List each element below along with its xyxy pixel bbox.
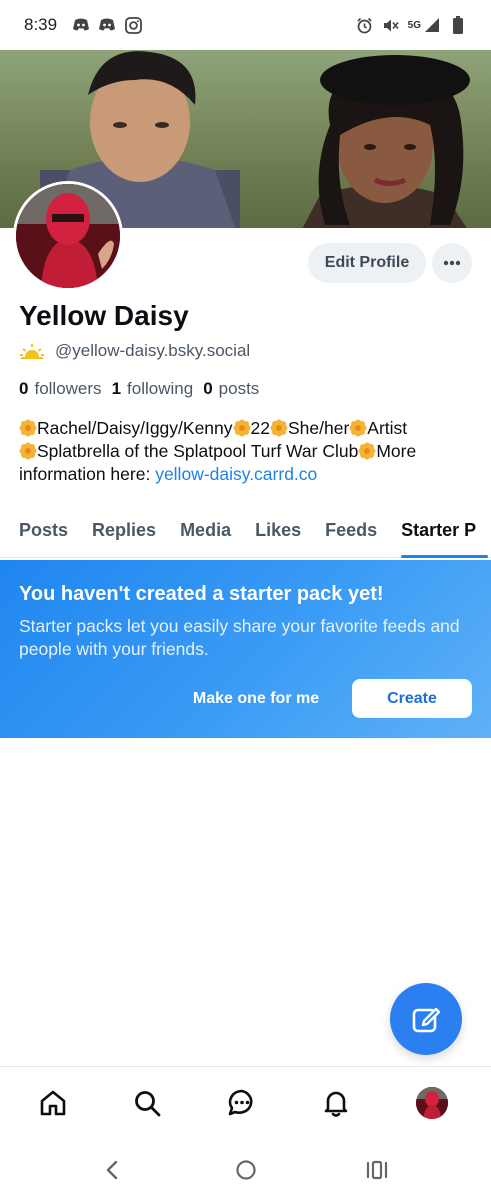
discord-icon <box>98 16 116 34</box>
battery-icon <box>449 16 467 34</box>
avatar-image <box>16 184 120 288</box>
system-home-button[interactable] <box>234 1158 258 1182</box>
system-recents-button[interactable] <box>365 1158 389 1182</box>
mute-icon <box>382 16 400 34</box>
create-button[interactable]: Create <box>352 679 472 718</box>
flower-icon <box>358 442 376 460</box>
banner-person-right <box>302 55 470 228</box>
compose-icon <box>412 1007 441 1033</box>
network-label: 5G <box>407 19 421 31</box>
profile-handle[interactable]: @yellow-daisy.bsky.social <box>55 341 250 361</box>
nav-notifications[interactable] <box>318 1085 354 1121</box>
chat-icon <box>228 1089 253 1116</box>
tab-media[interactable]: Media <box>168 508 243 557</box>
more-options-button[interactable] <box>432 243 472 283</box>
flower-icon <box>349 419 367 437</box>
followers-stat[interactable]: 0 followers <box>19 379 102 399</box>
nav-chat[interactable] <box>224 1085 260 1121</box>
flower-icon <box>19 442 37 460</box>
bottom-nav <box>0 1066 491 1136</box>
search-icon <box>135 1091 161 1117</box>
status-time: 8:39 <box>24 15 58 34</box>
home-circle-icon <box>236 1160 256 1180</box>
status-right-icons: 5G <box>356 16 467 34</box>
tab-posts[interactable]: Posts <box>0 508 80 557</box>
tab-likes[interactable]: Likes <box>243 508 313 557</box>
profile-bio: Rachel/Daisy/Iggy/Kenny 22 She/her Artist Sp… <box>19 418 417 484</box>
recents-icon <box>366 1160 388 1180</box>
flower-icon <box>233 419 251 437</box>
profile-stats: 0 followers 1 following 0 posts <box>19 379 259 399</box>
system-nav-bar <box>0 1136 491 1200</box>
posts-stat: 0 posts <box>203 379 260 398</box>
starter-pack-card: You haven't created a starter pack yet! … <box>0 560 491 738</box>
profile-avatar[interactable] <box>13 181 123 291</box>
status-left-icons <box>72 16 142 34</box>
nav-avatar <box>416 1087 448 1119</box>
ellipsis-icon <box>443 260 461 266</box>
display-name: Yellow Daisy <box>19 300 189 331</box>
discord-icon <box>72 16 90 34</box>
back-chevron-icon <box>106 1160 118 1180</box>
nav-profile[interactable] <box>414 1085 450 1121</box>
instagram-icon <box>124 16 142 34</box>
status-bar: 8:39 5G <box>0 0 491 50</box>
nav-search[interactable] <box>129 1085 165 1121</box>
system-back-button[interactable] <box>100 1158 124 1182</box>
signal-icon <box>423 16 441 34</box>
tab-replies[interactable]: Replies <box>80 508 168 557</box>
bell-icon <box>324 1091 348 1117</box>
tab-starter-packs[interactable]: Starter P <box>389 508 489 558</box>
starter-pack-title: You haven't created a starter pack yet! <box>19 583 384 605</box>
following-stat[interactable]: 1 following <box>112 379 194 399</box>
nav-home[interactable] <box>35 1085 71 1121</box>
profile-tabs: Posts Replies Media Likes Feeds Starter … <box>0 508 491 558</box>
sun-icon <box>20 344 44 359</box>
make-one-for-me-button[interactable]: Make one for me <box>180 679 332 718</box>
flower-icon <box>19 419 37 437</box>
tab-feeds[interactable]: Feeds <box>313 508 389 557</box>
bio-link[interactable]: yellow-daisy.carrd.co <box>155 464 317 484</box>
handle-row: @yellow-daisy.bsky.social <box>19 341 250 361</box>
flower-icon <box>270 419 288 437</box>
starter-pack-description: Starter packs let you easily share your … <box>19 616 460 659</box>
edit-profile-button[interactable]: Edit Profile <box>308 243 426 283</box>
home-icon <box>40 1090 66 1116</box>
alarm-icon <box>356 16 374 34</box>
compose-button[interactable] <box>390 983 462 1055</box>
